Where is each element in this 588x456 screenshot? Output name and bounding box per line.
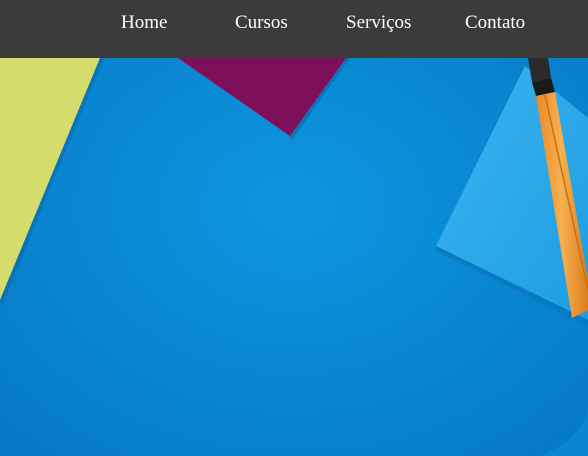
nav-link-servicos[interactable]: Serviços [346,0,411,45]
nav-link-cursos[interactable]: Cursos [235,0,288,45]
nav-link-home[interactable]: Home [121,0,167,45]
top-navbar: Home Cursos Serviços Contato [0,0,588,58]
hero-background-image [0,0,588,456]
page: Home Cursos Serviços Contato [0,0,588,456]
nav-link-contato[interactable]: Contato [465,0,525,45]
